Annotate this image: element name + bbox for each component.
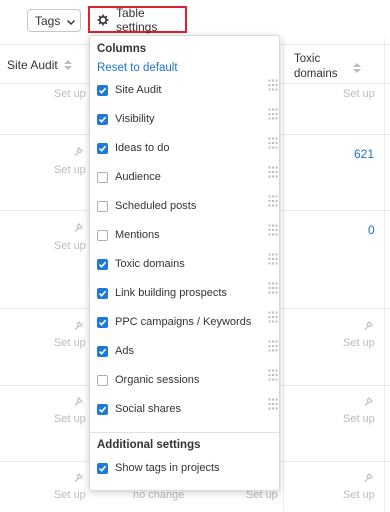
show-tags-option[interactable]: Show tags in projects	[97, 459, 275, 477]
column-option-label: Visibility	[115, 113, 155, 125]
column-option-label: Toxic domains	[115, 258, 185, 270]
column-option-label: Scheduled posts	[115, 200, 197, 212]
tags-dropdown[interactable]: Tags	[27, 9, 81, 32]
column-option-label: Link building prospects	[115, 287, 227, 299]
column-checkbox[interactable]	[97, 200, 108, 212]
column-option-label: PPC campaigns / Keywords	[115, 316, 252, 328]
sort-icon	[63, 59, 73, 71]
column-header-toxic-domains[interactable]: Toxic domains	[294, 52, 361, 82]
column-checkbox[interactable]	[97, 171, 108, 183]
column-option[interactable]: Ideas to do	[97, 136, 278, 157]
column-option[interactable]: Link building prospects	[97, 281, 278, 302]
show-tags-label: Show tags in projects	[115, 462, 220, 474]
column-checkbox[interactable]	[97, 374, 108, 386]
column-checkbox[interactable]	[97, 84, 108, 96]
drag-handle-icon[interactable]	[268, 194, 278, 207]
column-option[interactable]: Visibility	[97, 107, 278, 128]
column-option[interactable]: Toxic domains	[97, 252, 278, 273]
panel-divider	[90, 432, 279, 433]
column-checkbox[interactable]	[97, 142, 108, 154]
drag-handle-icon[interactable]	[268, 397, 278, 410]
wrench-icon	[74, 473, 83, 482]
column-checkbox[interactable]	[97, 345, 108, 357]
column-option[interactable]: Ads	[97, 339, 278, 360]
show-tags-checkbox[interactable]	[97, 462, 108, 474]
toxic-header-line1: Toxic	[294, 53, 321, 65]
table-settings-label: Table settings	[116, 5, 158, 34]
column-divider	[283, 38, 284, 512]
column-divider	[384, 38, 385, 512]
column-header-site-audit[interactable]: Site Audit	[7, 58, 73, 72]
toxic-setup-link[interactable]: Set up	[343, 489, 375, 501]
wrench-icon	[74, 397, 83, 406]
column-option-label: Mentions	[115, 229, 160, 241]
columns-section-title: Columns	[97, 43, 147, 55]
sort-icon	[352, 62, 362, 74]
chevron-down-icon	[66, 16, 76, 26]
toxic-domains-value[interactable]: 621	[354, 147, 374, 161]
wrench-icon	[364, 321, 373, 330]
column-option-label: Site Audit	[115, 84, 162, 96]
site-audit-setup-link[interactable]: Set up	[54, 164, 86, 176]
column-option[interactable]: Social shares	[97, 397, 278, 418]
drag-handle-icon[interactable]	[268, 368, 278, 381]
additional-settings-title: Additional settings	[97, 439, 201, 451]
toxic-setup-link[interactable]: Set up	[343, 413, 375, 425]
toxic-setup-link[interactable]: Set up	[343, 337, 375, 349]
site-audit-setup-link[interactable]: Set up	[54, 337, 86, 349]
column-option-label: Social shares	[115, 403, 182, 415]
toxic-domains-value[interactable]: 0	[368, 223, 375, 237]
column-checkbox[interactable]	[97, 403, 108, 415]
column-option[interactable]: PPC campaigns / Keywords	[97, 310, 278, 331]
site-audit-setup-link[interactable]: Set up	[54, 88, 86, 100]
column-checkbox[interactable]	[97, 316, 108, 328]
wrench-icon	[364, 473, 373, 482]
wrench-icon	[364, 397, 373, 406]
column-checkbox[interactable]	[97, 258, 108, 270]
column-option[interactable]: Site Audit	[97, 78, 278, 99]
site-audit-setup-link[interactable]: Set up	[54, 489, 86, 501]
column-option-label: Audience	[115, 171, 161, 183]
drag-handle-icon[interactable]	[268, 78, 278, 91]
toxic-header-line2: domains	[294, 68, 338, 80]
table-settings-button[interactable]: Table settings	[88, 5, 187, 34]
column-option[interactable]: Mentions	[97, 223, 278, 244]
gear-icon	[97, 14, 109, 26]
site-audit-header-label: Site Audit	[7, 58, 58, 72]
column-option-label: Organic sessions	[115, 374, 200, 386]
site-audit-setup-link[interactable]: Set up	[54, 240, 86, 252]
column-option-label: Ads	[115, 345, 134, 357]
column-option[interactable]: Scheduled posts	[97, 194, 278, 215]
wrench-icon	[74, 321, 83, 330]
column-checkbox[interactable]	[97, 287, 108, 299]
drag-handle-icon[interactable]	[268, 339, 278, 352]
drag-handle-icon[interactable]	[268, 281, 278, 294]
wrench-icon	[74, 223, 83, 232]
drag-handle-icon[interactable]	[268, 310, 278, 323]
drag-handle-icon[interactable]	[268, 165, 278, 178]
column-option-label: Ideas to do	[115, 142, 170, 154]
site-audit-setup-link[interactable]: Set up	[54, 413, 86, 425]
drag-handle-icon[interactable]	[268, 252, 278, 265]
column-option[interactable]: Audience	[97, 165, 278, 186]
column-checkbox[interactable]	[97, 113, 108, 125]
column-option[interactable]: Organic sessions	[97, 368, 278, 389]
drag-handle-icon[interactable]	[268, 136, 278, 149]
toxic-setup-link[interactable]: Set up	[343, 88, 375, 100]
column-checkbox[interactable]	[97, 229, 108, 241]
table-settings-panel: Columns Reset to default Site Audit Visib…	[89, 35, 280, 491]
drag-handle-icon[interactable]	[268, 223, 278, 236]
wrench-icon	[74, 147, 83, 156]
reset-to-default-link[interactable]: Reset to default	[97, 62, 178, 74]
drag-handle-icon[interactable]	[268, 107, 278, 120]
tags-label: Tags	[35, 13, 61, 28]
